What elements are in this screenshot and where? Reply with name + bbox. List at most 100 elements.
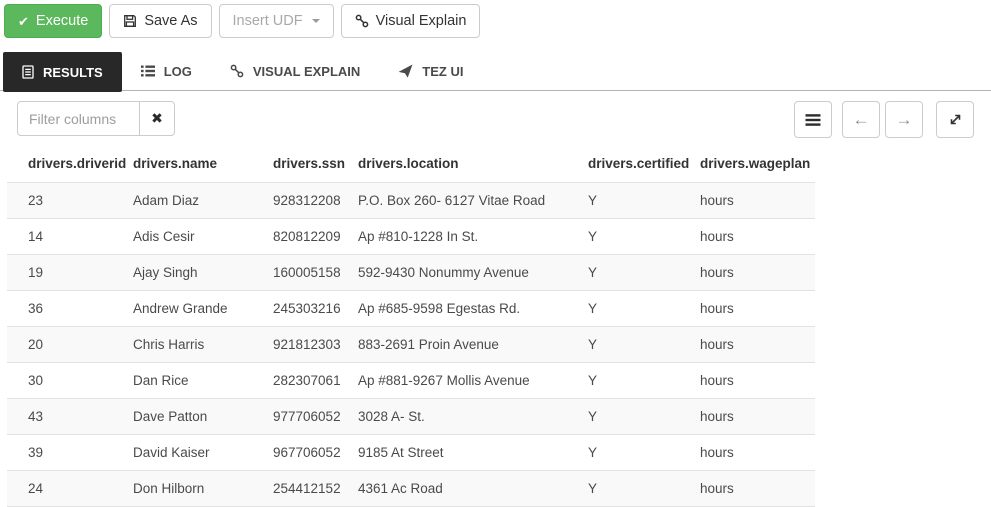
save-icon [123,14,137,28]
table-cell: 4361 Ac Road [337,470,567,507]
arrow-right-icon: → [895,110,913,129]
document-icon [22,65,34,79]
expand-icon [948,112,963,127]
expand-fullscreen-button[interactable] [936,101,974,138]
table-cell: Ap #881-9267 Mollis Avenue [337,362,567,399]
table-cell: Ajay Singh [112,254,252,291]
table-cell: Y [567,254,679,291]
hive-query-results-view: ✔ Execute Save As Insert UDF Visual Expl… [0,0,991,507]
result-tabs: RESULTS LOG VISUAL EXPLAIN TEZ UI [0,52,991,92]
menu-icon [805,113,821,127]
table-cell: hours [679,398,815,435]
table-cell: 3028 A- St. [337,398,567,435]
execute-button-label: Execute [35,13,89,29]
table-cell: P.O. Box 260- 6127 Vitae Road [337,182,567,219]
table-cell: Ap #810-1228 In St. [337,218,567,255]
table-cell: Adis Cesir [112,218,252,255]
table-row: 39 David Kaiser 967706052 9185 At Street Yho… [7,434,815,471]
insert-udf-dropdown[interactable]: Insert UDF [218,4,334,38]
chain-link-icon [355,14,369,28]
table-cell: Ap #685-9598 Egestas Rd. [337,290,567,327]
clear-filter-button[interactable]: ✖ [139,101,175,136]
grid-actions: ← → [794,101,974,138]
table-row: 20 Chris Harris 921812303 883-2691 Proin Av… [7,326,815,363]
filter-columns-input[interactable] [17,101,140,136]
column-header: drivers.location [358,156,459,171]
table-cell: Y [567,434,679,471]
table-row: 30 Dan Rice 282307061 Ap #881-9267 Mollis A… [7,362,815,399]
table-cell: Y [567,398,679,435]
table-row: 14 Adis Cesir 820812209 Ap #810-1228 In St.… [7,218,815,255]
column-header: drivers.wageplan [700,156,811,171]
save-as-button[interactable]: Save As [109,4,212,38]
tab-results[interactable]: RESULTS [3,52,122,92]
table-cell: 39 [7,434,112,471]
table-cell: hours [679,182,815,219]
table-cell: hours [679,434,815,471]
insert-udf-label: Insert UDF [232,13,303,29]
table-cell: hours [679,254,815,291]
tab-tez-ui[interactable]: TEZ UI [379,52,482,90]
column-header: drivers.ssn [273,156,346,171]
table-cell: 820812209 [252,218,341,255]
table-cell: Y [567,326,679,363]
table-cell: hours [679,470,815,507]
table-cell: Andrew Grande [112,290,252,327]
chain-link-icon [230,64,244,78]
visual-explain-button[interactable]: Visual Explain [340,4,481,38]
table-cell: hours [679,290,815,327]
table-cell: 254412152 [252,470,341,507]
table-cell: Y [567,290,679,327]
execute-button[interactable]: ✔ Execute [4,4,103,38]
visual-explain-button-label: Visual Explain [375,13,467,29]
table-cell: 282307061 [252,362,341,399]
table-cell: 20 [7,326,112,363]
table-cell: Dan Rice [112,362,252,399]
table-row: 36 Andrew Grande 245303216 Ap #685-9598 Ege… [7,290,815,327]
table-cell: 14 [7,218,112,255]
table-cell: 967706052 [252,434,341,471]
table-cell: 43 [7,398,112,435]
table-cell: 928312208 [252,182,341,219]
table-cell: Chris Harris [112,326,252,363]
previous-page-button[interactable]: ← [842,101,880,138]
caret-down-icon [311,19,320,23]
query-toolbar: ✔ Execute Save As Insert UDF Visual Expl… [0,0,991,38]
table-cell: Adam Diaz [112,182,252,219]
table-cell: 23 [7,182,112,219]
tab-log-label: LOG [163,63,192,79]
x-icon: ✖ [151,110,163,126]
table-cell: David Kaiser [112,434,252,471]
table-cell: 245303216 [252,290,341,327]
results-table-header: drivers.driverid drivers.name drivers.ssn d… [7,145,815,183]
table-cell: Dave Patton [112,398,252,435]
next-page-button[interactable]: → [885,101,923,138]
list-icon [140,65,155,77]
table-cell: 24 [7,470,112,507]
table-cell: 30 [7,362,112,399]
table-cell: Y [567,218,679,255]
tab-results-label: RESULTS [43,64,103,80]
tab-visual-explain[interactable]: VISUAL EXPLAIN [211,52,379,90]
table-cell: 19 [7,254,112,291]
tab-tez-ui-label: TEZ UI [422,63,464,79]
column-header: drivers.driverid [28,156,127,171]
table-cell: 160005158 [252,254,341,291]
table-row: 19 Ajay Singh 160005158 592-9430 Nonummy Av… [7,254,815,291]
table-cell: Y [567,182,679,219]
table-cell: 883-2691 Proin Avenue [337,326,567,363]
table-row: 24 Don Hilborn 254412152 4361 Ac Road Yhours [7,470,815,507]
table-cell: 921812303 [252,326,341,363]
save-as-button-label: Save As [144,13,198,29]
tab-log[interactable]: LOG [122,52,211,90]
filter-group: ✖ [17,101,175,136]
table-cell: Don Hilborn [112,470,252,507]
table-row: 43 Dave Patton 977706052 3028 A- St. Yhours [7,398,815,435]
table-row: 23 Adam Diaz 928312208 P.O. Box 260- 6127 V… [7,182,815,219]
paper-plane-icon [398,64,413,78]
results-toolbar: ✖ ← → [7,101,984,138]
column-header: drivers.name [133,156,218,171]
columns-menu-button[interactable] [794,101,832,138]
results-panel: ✖ ← → [0,91,991,507]
table-cell: 592-9430 Nonummy Avenue [337,254,567,291]
